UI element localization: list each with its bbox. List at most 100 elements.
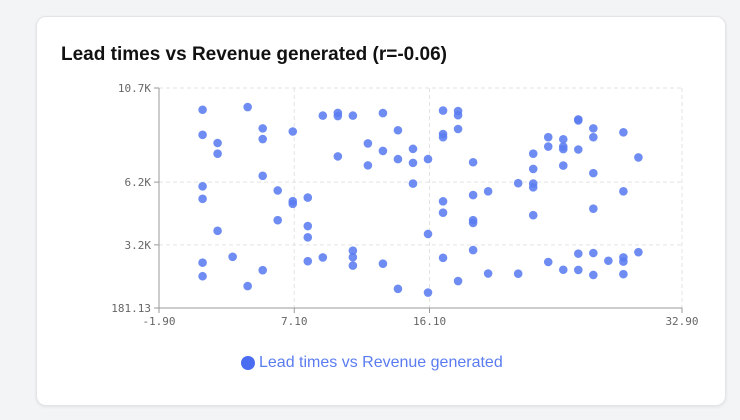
data-point	[438, 106, 448, 115]
data-point	[589, 270, 598, 280]
data-point	[634, 153, 643, 162]
data-point	[363, 139, 373, 148]
data-point	[574, 249, 583, 258]
data-point	[543, 132, 553, 142]
data-point	[423, 154, 433, 164]
data-point	[589, 168, 598, 178]
x-tick-label: 7.10	[281, 315, 308, 328]
data-point	[558, 134, 568, 144]
data-point	[378, 146, 388, 156]
data-point	[303, 221, 313, 231]
data-point	[318, 253, 328, 262]
data-point	[198, 258, 207, 267]
data-point	[213, 226, 222, 236]
data-point	[423, 288, 433, 297]
data-point	[528, 164, 538, 174]
y-tick-label: 10.7K	[118, 82, 151, 95]
data-point	[619, 128, 628, 137]
data-point	[408, 158, 418, 168]
y-tick-label: 181.13	[111, 302, 151, 315]
data-point	[378, 108, 388, 118]
data-point	[483, 187, 493, 196]
data-point	[468, 245, 478, 255]
data-point	[228, 252, 237, 262]
data-point	[318, 111, 328, 120]
data-point	[258, 171, 267, 181]
data-point	[438, 197, 448, 206]
data-point	[483, 269, 493, 278]
data-point	[303, 193, 313, 202]
legend-item[interactable]: Lead times vs Revenue generated	[241, 354, 503, 372]
data-point	[589, 132, 598, 142]
data-point	[303, 233, 313, 242]
data-point	[528, 149, 538, 158]
x-tick-label: 16.10	[413, 315, 446, 328]
data-point	[213, 149, 222, 158]
data-point	[198, 181, 207, 191]
data-point	[393, 125, 403, 135]
data-point	[574, 265, 583, 275]
data-point	[589, 204, 598, 213]
data-point	[558, 144, 568, 154]
data-point	[348, 261, 358, 270]
data-point	[213, 138, 222, 148]
data-point	[348, 252, 358, 262]
data-point	[528, 183, 538, 192]
y-tick-label: 3.2K	[125, 239, 152, 252]
data-point	[303, 256, 313, 266]
data-point	[288, 127, 298, 136]
data-point	[589, 124, 598, 133]
data-point	[423, 229, 433, 239]
data-point	[258, 134, 267, 144]
data-point	[393, 154, 403, 164]
data-point	[333, 152, 343, 161]
data-point	[453, 276, 463, 286]
data-point	[198, 130, 207, 140]
data-point	[574, 145, 583, 154]
data-point	[589, 248, 598, 258]
data-point	[258, 124, 267, 133]
data-point	[438, 208, 448, 217]
data-point	[333, 111, 343, 121]
data-point	[468, 190, 478, 200]
grid	[159, 87, 683, 308]
data-point	[363, 161, 373, 170]
data-point	[243, 102, 252, 112]
data-points	[198, 102, 643, 297]
data-point	[393, 284, 403, 294]
data-point	[273, 215, 283, 225]
x-tick-label: -1.90	[142, 315, 175, 328]
data-point	[438, 253, 448, 263]
data-point	[528, 210, 538, 220]
data-point	[619, 187, 628, 196]
data-point	[513, 269, 523, 279]
data-point	[453, 124, 463, 134]
data-point	[468, 218, 478, 228]
data-point	[258, 265, 267, 275]
y-tick-label: 6.2K	[125, 176, 152, 189]
axes	[154, 87, 683, 313]
data-point	[198, 194, 207, 204]
chart-card: Lead times vs Revenue generated (r=-0.06…	[36, 16, 726, 406]
data-point	[604, 256, 613, 266]
data-point	[453, 110, 463, 120]
data-point	[288, 199, 298, 209]
data-point	[408, 179, 418, 188]
data-point	[619, 269, 628, 279]
scatter-plot: 181.13 3.2K 6.2K 10.7K -1.90 7.10 16.10 32.90	[111, 82, 698, 328]
tick-labels: 181.13 3.2K 6.2K 10.7K -1.90 7.10 16.10 32.90	[111, 82, 698, 328]
x-tick-label: 32.90	[665, 315, 698, 328]
data-point	[574, 115, 583, 124]
legend-label: Lead times vs Revenue generated	[259, 354, 503, 371]
data-point	[243, 281, 252, 291]
data-point	[438, 132, 448, 142]
data-point	[634, 247, 643, 257]
data-point	[408, 144, 418, 154]
legend-swatch-icon	[241, 356, 255, 370]
data-point	[468, 157, 478, 167]
data-point	[513, 178, 523, 188]
data-point	[198, 105, 207, 115]
data-point	[198, 271, 207, 281]
data-point	[558, 265, 568, 275]
data-point	[558, 161, 568, 170]
